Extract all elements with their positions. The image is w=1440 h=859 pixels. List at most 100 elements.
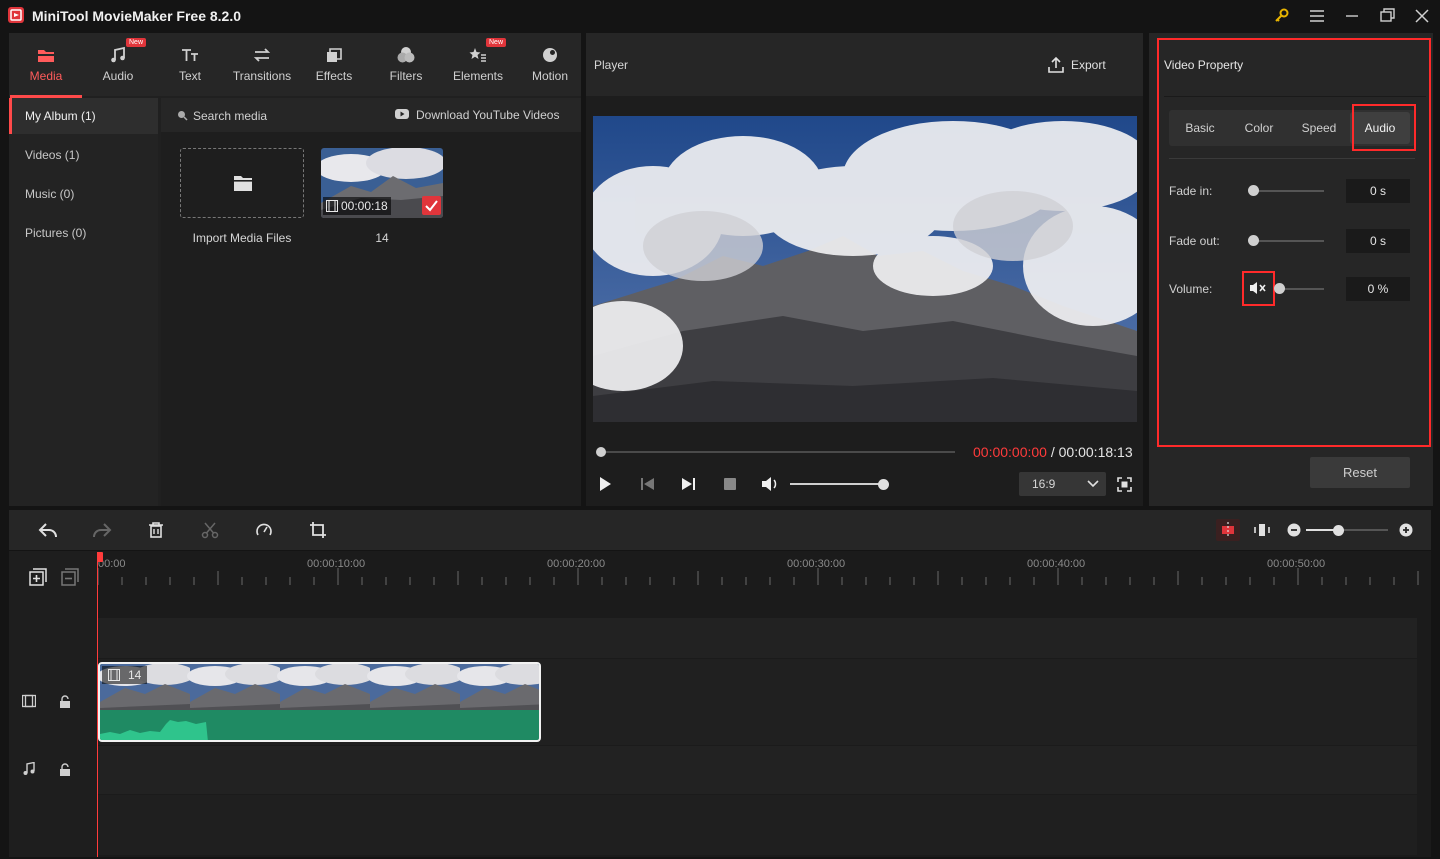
music-track-row[interactable] [97,746,1417,794]
fade-in-knob[interactable] [1248,185,1259,196]
main-toolbar: Media New Audio Text Transitions Effects… [9,33,581,98]
total-time: 00:00:18:13 [1058,444,1133,460]
tab-speed[interactable]: Speed [1289,112,1349,144]
minimize-icon[interactable] [1342,6,1362,26]
tab-motion[interactable]: Motion [514,33,586,96]
key-icon[interactable] [1272,6,1292,26]
playback-progress-knob[interactable] [596,447,606,457]
volume-value[interactable]: 0 % [1346,277,1410,301]
folder-icon [233,174,253,192]
time-display: 00:00:00:00 / 00:00:18:13 [973,444,1133,460]
export-button[interactable]: Export [1047,54,1106,76]
clip-duration-badge: 00:00:18 [323,197,391,215]
zoom-out-icon[interactable] [1287,523,1301,537]
ruler-label: 00:00:50:00 [1267,558,1326,570]
snap-icon[interactable] [1216,519,1240,541]
playback-progress-track[interactable] [598,451,955,453]
media-clip-thumbnail[interactable]: 00:00:18 [321,148,443,218]
fade-out-label: Fade out: [1169,234,1220,248]
fullscreen-icon[interactable] [1117,477,1132,492]
clip-frames [100,664,539,740]
stop-icon[interactable] [723,477,737,491]
fade-in-slider[interactable] [1252,190,1324,192]
export-icon [1047,56,1065,74]
tab-color[interactable]: Color [1229,112,1289,144]
zoom-knob[interactable] [1332,525,1344,536]
film-icon [326,200,338,212]
app-title: MiniTool MovieMaker Free 8.2.0 [32,8,242,24]
remove-track-icon[interactable] [61,568,79,586]
zoom-in-icon[interactable] [1399,523,1413,537]
sidebar-item-videos[interactable]: Videos (1) [9,137,158,173]
effects-icon [324,45,344,65]
crop-icon[interactable] [309,521,327,539]
fade-in-value[interactable]: 0 s [1346,179,1410,203]
sidebar-item-my-album[interactable]: My Album (1) [9,98,158,134]
mute-icon[interactable] [1249,281,1267,295]
filters-icon [396,45,416,65]
speed-icon[interactable] [255,521,273,539]
divider [1169,158,1415,159]
menu-icon[interactable] [1307,6,1327,26]
import-media-button[interactable] [180,148,304,218]
tab-basic[interactable]: Basic [1170,112,1230,144]
ruler-label: 00:00:40:00 [1027,558,1086,570]
video-preview[interactable] [593,116,1137,422]
add-track-icon[interactable] [29,568,47,586]
maximize-icon[interactable] [1377,6,1397,26]
tab-elements[interactable]: New Elements [442,33,514,96]
lock-icon[interactable] [59,763,71,777]
tab-transitions[interactable]: Transitions [226,33,298,96]
player-volume-knob[interactable] [878,479,889,490]
media-clip-name: 14 [375,231,389,245]
motion-icon [540,45,560,65]
previous-frame-icon[interactable] [640,477,656,491]
volume-knob[interactable] [1274,283,1285,294]
reset-button[interactable]: Reset [1310,457,1410,488]
next-frame-icon[interactable] [680,477,696,491]
media-folder-icon [36,45,56,65]
tab-effects[interactable]: Effects [298,33,370,96]
search-input[interactable]: Search media [193,109,267,123]
timeline-video-clip[interactable]: 14 [98,662,541,742]
fade-in-label: Fade in: [1169,184,1213,198]
fade-out-value[interactable]: 0 s [1346,229,1410,253]
sidebar-item-pictures[interactable]: Pictures (0) [9,215,158,251]
player-volume-fill [790,483,884,485]
tab-media[interactable]: Media [10,33,82,98]
ruler-label: 00:00:10:00 [307,558,366,570]
aspect-ratio-select[interactable]: 16:9 [1019,472,1106,496]
zoom-slider[interactable] [1306,529,1388,531]
play-icon[interactable] [597,476,613,492]
close-icon[interactable] [1412,6,1432,26]
download-youtube-link[interactable]: Download YouTube Videos [416,108,559,122]
tab-text[interactable]: Text [154,33,226,96]
player-title: Player [594,58,629,72]
sidebar-item-music[interactable]: Music (0) [9,176,158,212]
film-icon [108,669,120,681]
tab-filters[interactable]: Filters [370,33,442,96]
search-icon [177,110,188,121]
ruler-label: 00:00:20:00 [547,558,606,570]
fade-out-slider[interactable] [1252,240,1324,242]
player-volume-track[interactable] [790,483,884,485]
redo-icon[interactable] [92,521,112,539]
playhead-line[interactable] [97,552,98,857]
property-title: Video Property [1164,58,1244,72]
speaker-icon[interactable] [761,476,779,492]
tab-audio[interactable]: New Audio [82,33,154,96]
new-badge: New [486,38,507,47]
fade-out-knob[interactable] [1248,235,1259,246]
empty-track-row[interactable] [97,795,1417,855]
lock-icon[interactable] [59,695,71,709]
chevron-down-icon [1087,480,1099,488]
music-note-icon [108,45,128,65]
fit-timeline-icon[interactable] [1253,521,1271,539]
empty-track-row[interactable] [97,618,1417,658]
video-track-icon [22,694,36,708]
split-icon[interactable] [201,521,219,539]
highlight-box-audio-tab [1352,104,1416,151]
delete-icon[interactable] [147,521,165,539]
youtube-icon [395,108,409,120]
undo-icon[interactable] [38,521,58,539]
